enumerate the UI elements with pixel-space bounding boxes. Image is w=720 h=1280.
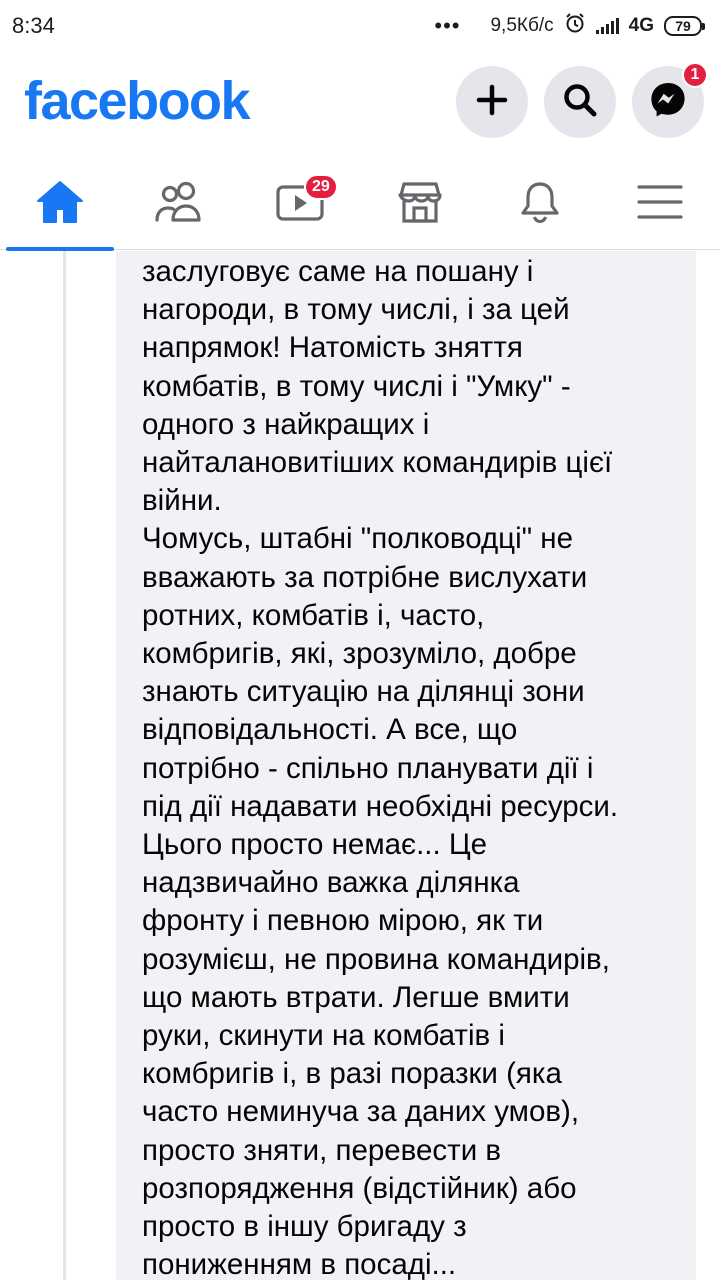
marketplace-icon	[395, 179, 445, 230]
battery-icon: 79	[664, 16, 705, 36]
signal-icon	[595, 18, 619, 34]
main-tab-bar: 29	[0, 158, 720, 251]
messenger-icon	[648, 80, 688, 125]
comment-bubble[interactable]: заслуговує саме на пошану і нагороди, в …	[116, 251, 696, 1280]
create-button[interactable]	[456, 66, 528, 138]
home-icon	[35, 179, 85, 230]
facebook-logo[interactable]: facebook	[24, 70, 251, 132]
tab-notifications[interactable]	[480, 158, 600, 250]
tab-friends[interactable]	[120, 158, 240, 250]
network-type: 4G	[628, 15, 654, 36]
search-button[interactable]	[544, 66, 616, 138]
comment-text: заслуговує саме на пошану і нагороди, в …	[142, 255, 619, 1280]
watch-badge: 29	[304, 174, 338, 200]
tab-home[interactable]	[0, 158, 120, 251]
alarm-icon	[564, 12, 586, 40]
menu-icon	[636, 182, 684, 227]
status-bar: 8:34 ••• 9,5Кб/с 4G 79	[0, 0, 720, 52]
tab-watch[interactable]: 29	[240, 158, 360, 250]
more-notifications-icon: •••	[434, 13, 461, 38]
status-indicators: ••• 9,5Кб/с 4G 79	[434, 12, 705, 40]
tab-menu[interactable]	[600, 158, 720, 250]
plus-icon	[475, 83, 509, 122]
app-header: facebook 1	[0, 56, 720, 156]
messenger-button[interactable]: 1	[632, 62, 708, 138]
friends-icon	[153, 180, 207, 229]
network-speed: 9,5Кб/с	[490, 15, 554, 36]
thread-connector-line	[63, 251, 66, 1280]
tab-marketplace[interactable]	[360, 158, 480, 250]
status-time: 8:34	[12, 13, 55, 38]
bell-icon	[517, 179, 563, 230]
search-icon	[562, 82, 598, 123]
messenger-badge: 1	[682, 62, 708, 88]
comment-thread: заслуговує саме на пошану і нагороди, в …	[0, 251, 720, 1280]
battery-level: 79	[675, 18, 691, 34]
